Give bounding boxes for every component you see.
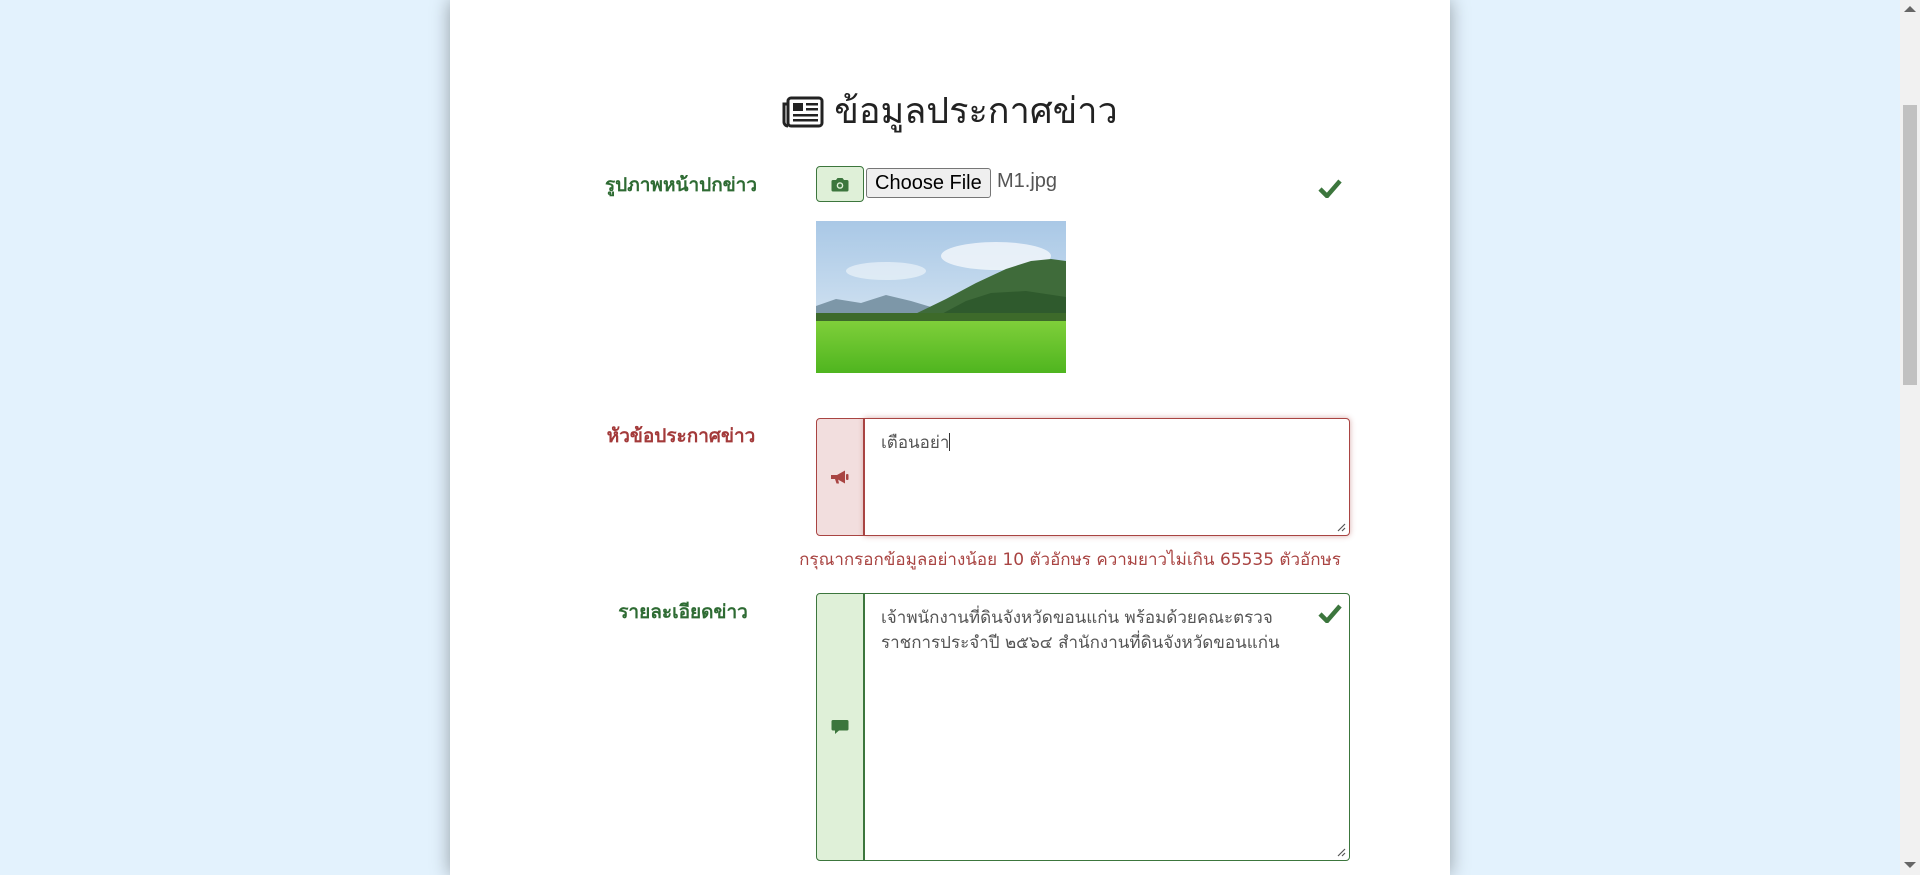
scroll-thumb[interactable] [1903, 105, 1917, 385]
bullhorn-icon [831, 470, 849, 484]
cover-image-preview [816, 221, 1066, 373]
cover-label: รูปภาพหน้าปกข่าว [604, 174, 758, 196]
choose-file-button[interactable]: Choose File [866, 168, 991, 198]
resize-handle-icon[interactable] [1336, 847, 1346, 857]
check-icon [1318, 604, 1342, 623]
headline-addon [816, 418, 864, 536]
newspaper-icon [782, 96, 824, 128]
resize-handle-icon[interactable] [1336, 522, 1346, 532]
cover-addon [816, 166, 864, 202]
detail-value: เจ้าพนักงานที่ดินจังหวัดขอนแก่น พร้อมด้ว… [881, 608, 1280, 653]
camera-icon [831, 177, 849, 191]
comment-icon [831, 720, 849, 734]
page-scrollbar[interactable] [1900, 0, 1920, 875]
scroll-down-arrow[interactable] [1904, 862, 1916, 868]
headline-help-text: กรุณากรอกข้อมูลอย่างน้อย 10 ตัวอักษร ควา… [799, 550, 1341, 570]
check-icon [1318, 179, 1342, 198]
headline-value: เตือนอย่า [881, 433, 950, 453]
detail-addon [816, 593, 864, 861]
detail-textarea[interactable]: เจ้าพนักงานที่ดินจังหวัดขอนแก่น พร้อมด้ว… [864, 593, 1350, 861]
headline-textarea[interactable]: เตือนอย่า [864, 418, 1350, 536]
selected-file-name: M1.jpg [997, 170, 1058, 192]
page-title: ข้อมูลประกาศข่าว [450, 88, 1450, 136]
text-caret [949, 433, 951, 451]
scroll-up-arrow[interactable] [1904, 6, 1916, 12]
headline-label: หัวข้อประกาศข่าว [606, 425, 756, 447]
page-title-text: ข้อมูลประกาศข่าว [834, 91, 1118, 132]
detail-label: รายละเอียดข่าว [618, 601, 748, 623]
